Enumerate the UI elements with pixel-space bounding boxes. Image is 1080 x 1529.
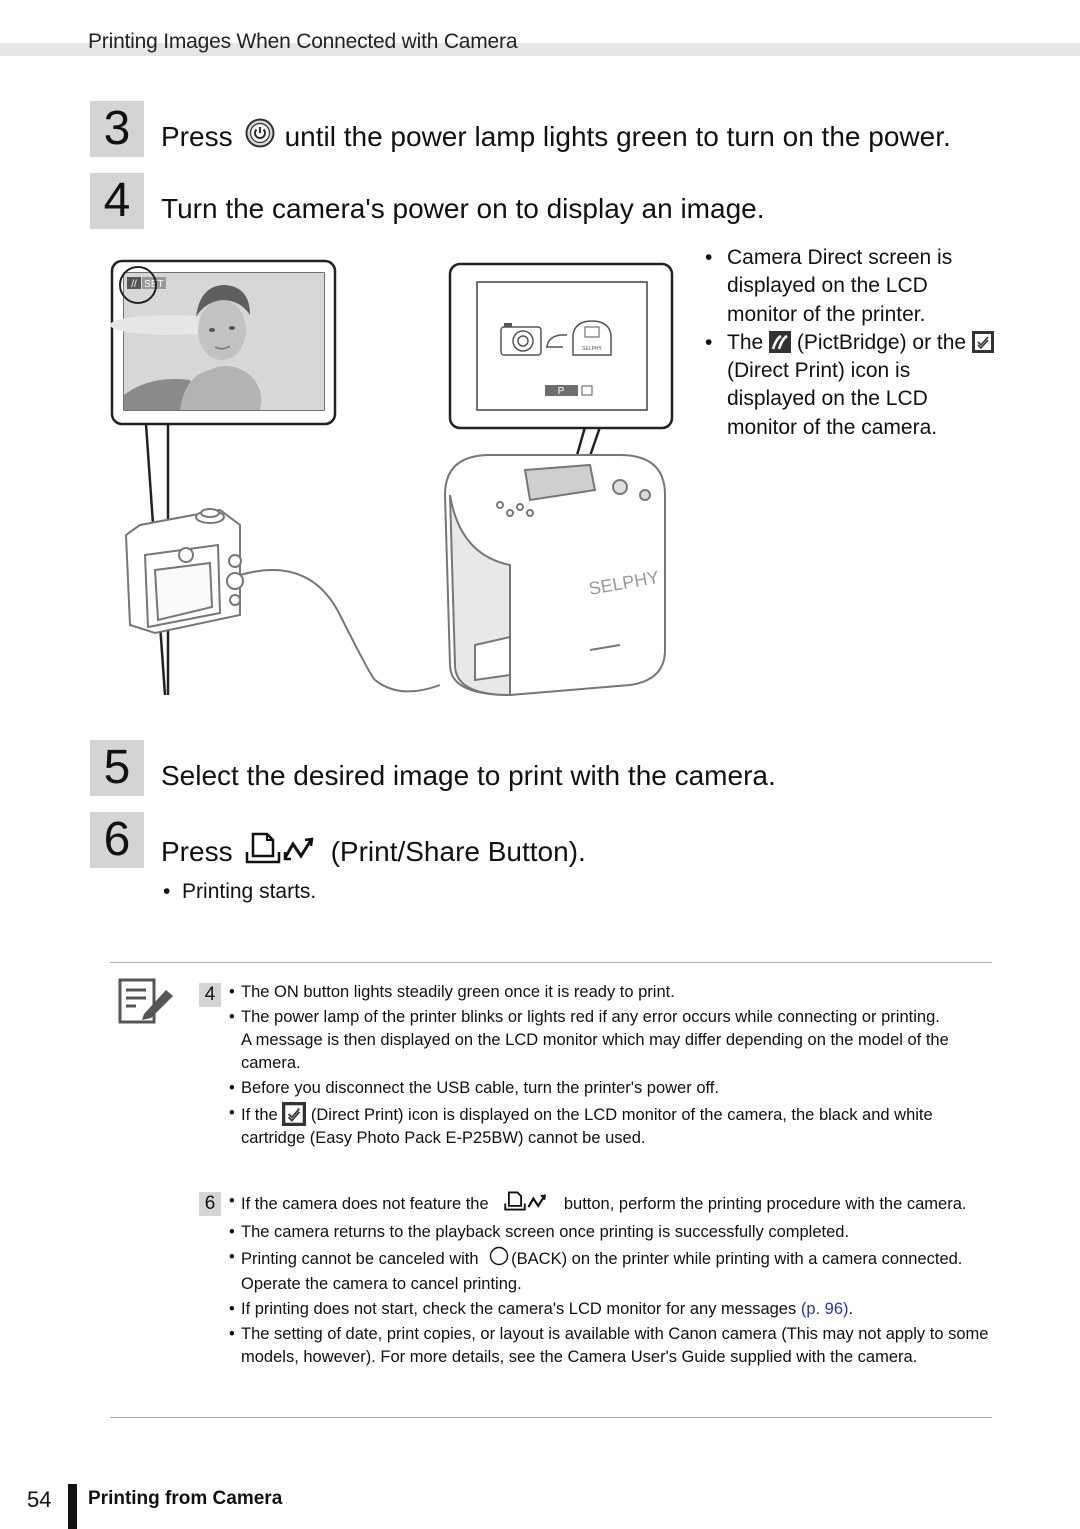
pictbridge-icon [769,330,792,353]
back-button-icon [489,1246,509,1273]
notes-step-6-marker: 6 [199,1192,221,1216]
printer-drawing: SELPHY [443,454,666,697]
set-overlay-label: SET [144,279,163,290]
step-4-notes: • Camera Direct screen is displayed on t… [705,244,995,442]
printer-p-badge: P [558,386,565,397]
notes-bottom-divider [110,1417,992,1418]
step-3-instruction: Press until the power lamp lights green … [161,118,951,155]
notes-step-6-list: • If the camera does not feature the butt… [229,1190,989,1371]
step-5-instruction: Select the desired image to print with t… [161,760,776,791]
step-4-bullet: • The (PictBridge) or the (Direct Print)… [705,329,995,442]
note-item: • The setting of date, print copies, or l… [229,1325,989,1366]
step-number-5: 5 [90,740,144,796]
direct-print-icon [971,330,994,353]
step-4-bullet: • Camera Direct screen is displayed on t… [705,246,953,326]
power-button-icon [245,118,275,155]
print-share-icon [245,830,317,873]
footer-divider-bar [68,1484,77,1529]
pictbridge-mini-icon: // [131,279,137,290]
note-item: • The ON button lights steadily green onc… [229,983,675,1001]
step-3-text-before: Press [161,120,233,152]
note-item: • The camera returns to the playback scre… [229,1223,850,1241]
note-item: • Printing cannot be canceled with (BACK)… [229,1246,963,1293]
notes-step-4-marker: 4 [199,983,221,1007]
step-4-instruction: Turn the camera's power on to display an… [161,193,765,224]
note-item: • If printing does not start, check the c… [229,1300,854,1318]
page-header-title: Printing Images When Connected with Came… [88,30,518,53]
notes-top-divider [110,962,992,963]
camera-printer-illustration: // SET SELPHY P SELPHY [110,259,674,697]
step-number-4: 4 [90,173,144,229]
print-share-icon [499,1190,553,1219]
step-6-bullet: • Printing starts. [163,880,317,903]
step-3-text-after: until the power lamp lights green to tur… [284,120,951,152]
notes-step-4-list: • The ON button lights steadily green onc… [229,981,989,1152]
page-number: 54 [27,1487,52,1512]
camera-drawing [124,508,441,693]
note-item: • If the (Direct Print) icon is displayed… [229,1102,933,1147]
printer-mini-label: SELPHY [582,346,602,352]
printer-lcd-callout: SELPHY P [448,262,674,486]
step-number-3: 3 [90,101,144,157]
step-6-instruction: Press (Print/Share Button). [161,830,586,873]
memo-icon [118,978,176,1029]
step-number-6: 6 [90,812,144,868]
footer-section-title: Printing from Camera [88,1488,283,1509]
note-item: • Before you disconnect the USB cable, tu… [229,1079,719,1097]
direct-print-icon [282,1102,307,1126]
note-item: • If the camera does not feature the butt… [229,1190,989,1219]
page-96-link[interactable]: (p. 96) [801,1300,849,1318]
note-item: • The power lamp of the printer blinks or… [229,1008,949,1072]
